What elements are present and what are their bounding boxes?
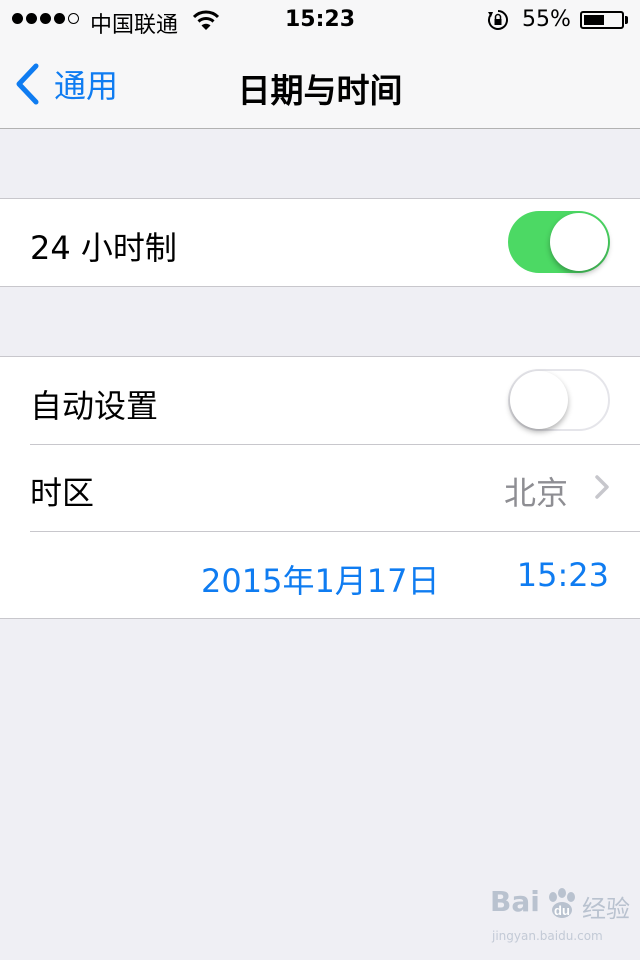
watermark-jingyan-text: 经验 xyxy=(582,895,630,923)
toggle-auto-set[interactable] xyxy=(508,369,610,431)
navigation-bar: 通用 日期与时间 xyxy=(0,40,640,129)
svg-text:du: du xyxy=(554,903,570,918)
toggle-knob xyxy=(510,371,568,429)
battery-icon xyxy=(580,11,624,29)
row-auto-set: 自动设置 xyxy=(0,357,640,444)
row-label-auto-set: 自动设置 xyxy=(30,387,159,425)
paw-icon: du xyxy=(549,888,575,918)
time-value[interactable]: 15:23 xyxy=(517,556,609,594)
timezone-value: 北京 xyxy=(503,474,568,512)
toggle-24-hour[interactable] xyxy=(508,211,610,273)
row-datetime[interactable]: 2015年1月17日 15:23 xyxy=(0,531,640,618)
row-label-timezone: 时区 xyxy=(30,474,95,512)
battery-percentage: 55% xyxy=(522,7,571,32)
rotation-lock-icon xyxy=(488,10,508,30)
battery-fill xyxy=(584,15,604,25)
settings-group-time: 自动设置 时区 北京 2015年1月17日 15:23 xyxy=(0,356,640,619)
row-label-24-hour: 24 小时制 xyxy=(30,229,177,267)
row-24-hour: 24 小时制 xyxy=(0,199,640,286)
chevron-right-icon xyxy=(595,475,609,499)
watermark: Bai du 经验 jingyan.baidu.com xyxy=(490,885,630,945)
toggle-knob xyxy=(550,213,608,271)
status-bar: 中国联通 15:23 55% xyxy=(0,0,640,40)
date-value[interactable]: 2015年1月17日 xyxy=(201,556,440,602)
watermark-url: jingyan.baidu.com xyxy=(492,929,603,943)
watermark-logo-text: Bai xyxy=(490,885,540,918)
battery-cap xyxy=(625,16,628,24)
settings-group-hour-format: 24 小时制 xyxy=(0,198,640,287)
page-title: 日期与时间 xyxy=(237,71,403,110)
row-timezone[interactable]: 时区 北京 xyxy=(0,444,640,531)
